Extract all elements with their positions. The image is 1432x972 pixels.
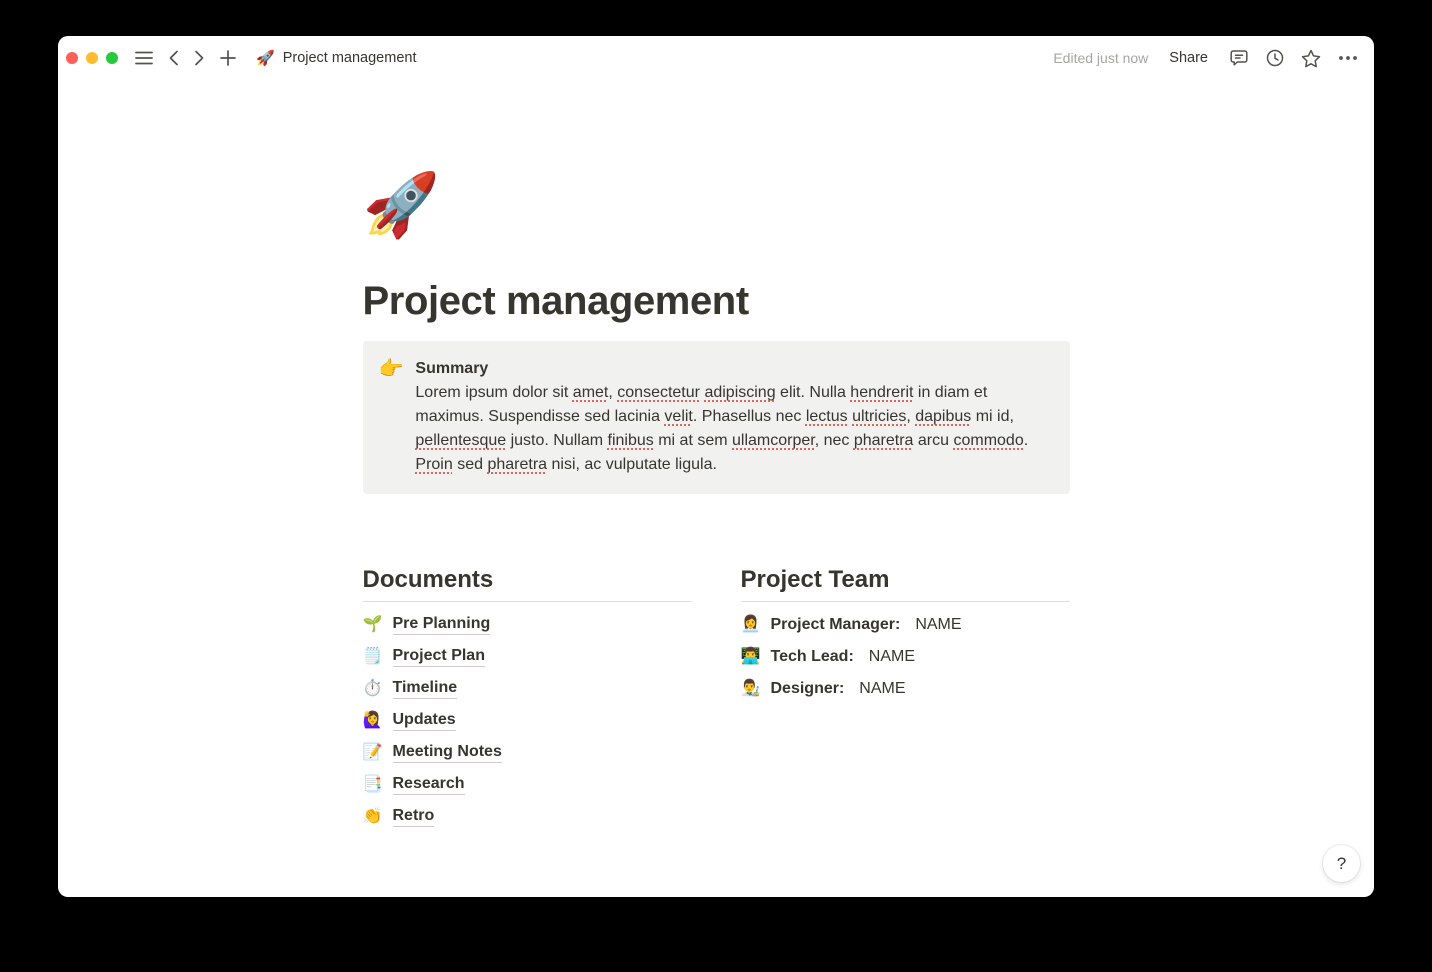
memo-icon: 📝	[363, 745, 383, 761]
document-page-link[interactable]: Project Plan	[393, 647, 485, 667]
clapping-hands-icon: 👏	[363, 809, 383, 825]
document-link-item: 👏 Retro	[363, 801, 692, 833]
team-member-item[interactable]: 👨‍💻 Tech Lead: NAME	[741, 641, 1070, 673]
history-clock-icon[interactable]	[1264, 47, 1286, 69]
nav-back-icon[interactable]	[166, 48, 181, 68]
spiral-notepad-icon: 🗒️	[363, 649, 383, 665]
pointing-finger-icon: 👉	[379, 357, 404, 477]
documents-column: Documents 🌱 Pre Planning 🗒️ Project Plan ⏱️ T…	[363, 565, 692, 833]
document-page-link[interactable]: Timeline	[393, 679, 458, 699]
page-rocket-icon[interactable]: 🚀	[363, 175, 441, 237]
project-team-divider	[741, 601, 1070, 602]
summary-callout[interactable]: 👉 Summary Lorem ipsum dolor sit amet, co…	[363, 341, 1070, 494]
team-role-label: Designer:	[771, 680, 845, 698]
two-column-section: Documents 🌱 Pre Planning 🗒️ Project Plan ⏱️ T…	[363, 565, 1070, 833]
page-body: 🚀 Project management 👉 Summary Lorem ips…	[58, 80, 1374, 897]
minimize-window-button[interactable]	[86, 52, 98, 64]
document-link-item: 📝 Meeting Notes	[363, 737, 692, 769]
man-artist-icon: 👨‍🎨	[741, 681, 761, 697]
close-window-button[interactable]	[66, 52, 78, 64]
team-member-item[interactable]: 👩‍💼 Project Manager: NAME	[741, 609, 1070, 641]
document-page-link[interactable]: Retro	[393, 807, 435, 827]
favorite-star-icon[interactable]	[1299, 47, 1323, 70]
document-page-link[interactable]: Meeting Notes	[393, 743, 502, 763]
new-page-plus-icon[interactable]	[218, 48, 238, 68]
team-member-name: NAME	[915, 616, 961, 634]
team-role-label: Tech Lead:	[771, 648, 854, 666]
help-button[interactable]: ?	[1323, 845, 1360, 882]
bookmark-tabs-icon: 📑	[363, 777, 383, 793]
team-member-name: NAME	[859, 680, 905, 698]
documents-heading[interactable]: Documents	[363, 565, 692, 595]
nav-forward-icon[interactable]	[192, 48, 207, 68]
woman-raising-hand-icon: 🙋‍♀️	[363, 713, 383, 729]
document-page-link[interactable]: Research	[393, 775, 465, 795]
team-role-label: Project Manager:	[771, 616, 901, 634]
titlebar: 🚀 Project management Edited just now Sha…	[58, 36, 1374, 80]
document-link-item: ⏱️ Timeline	[363, 673, 692, 705]
more-options-icon[interactable]	[1336, 53, 1360, 63]
share-button[interactable]: Share	[1169, 50, 1208, 66]
document-link-item: 🌱 Pre Planning	[363, 609, 692, 641]
man-technologist-icon: 👨‍💻	[741, 649, 761, 665]
document-link-item: 📑 Research	[363, 769, 692, 801]
team-member-item[interactable]: 👨‍🎨 Designer: NAME	[741, 673, 1070, 705]
seedling-icon: 🌱	[363, 617, 383, 633]
edited-status: Edited just now	[1053, 50, 1148, 66]
nav-group	[133, 48, 238, 68]
document-link-item: 🗒️ Project Plan	[363, 641, 692, 673]
breadcrumb-rocket-icon: 🚀	[256, 51, 275, 66]
titlebar-actions: Edited just now Share	[1053, 46, 1360, 70]
project-team-column: Project Team 👩‍💼 Project Manager: NAME 👨‍💻 T…	[741, 565, 1070, 833]
team-member-name: NAME	[869, 648, 915, 666]
page-content: 🚀 Project management 👉 Summary Lorem ips…	[363, 80, 1070, 833]
breadcrumb[interactable]: 🚀 Project management	[256, 50, 416, 66]
project-team-list: 👩‍💼 Project Manager: NAME 👨‍💻 Tech Lead: NAME…	[741, 609, 1070, 705]
fullscreen-window-button[interactable]	[106, 52, 118, 64]
stopwatch-icon: ⏱️	[363, 681, 383, 697]
project-team-heading[interactable]: Project Team	[741, 565, 1070, 595]
summary-text: Lorem ipsum dolor sit amet, consectetur …	[415, 381, 1053, 477]
breadcrumb-title: Project management	[283, 50, 417, 66]
window-controls	[66, 52, 118, 64]
comments-icon[interactable]	[1227, 46, 1251, 70]
summary-body: Summary Lorem ipsum dolor sit amet, cons…	[415, 357, 1053, 477]
woman-office-worker-icon: 👩‍💼	[741, 617, 761, 633]
documents-divider	[363, 601, 692, 602]
document-page-link[interactable]: Updates	[393, 711, 456, 731]
page-title[interactable]: Project management	[363, 279, 1070, 324]
sidebar-menu-icon[interactable]	[133, 49, 155, 67]
document-page-link[interactable]: Pre Planning	[393, 615, 491, 635]
screen-background: 🚀 Project management Edited just now Sha…	[0, 0, 1432, 972]
documents-list: 🌱 Pre Planning 🗒️ Project Plan ⏱️ Timeline 🙋‍♀…	[363, 609, 692, 833]
document-link-item: 🙋‍♀️ Updates	[363, 705, 692, 737]
summary-title: Summary	[415, 357, 1053, 381]
notion-window: 🚀 Project management Edited just now Sha…	[58, 36, 1374, 897]
